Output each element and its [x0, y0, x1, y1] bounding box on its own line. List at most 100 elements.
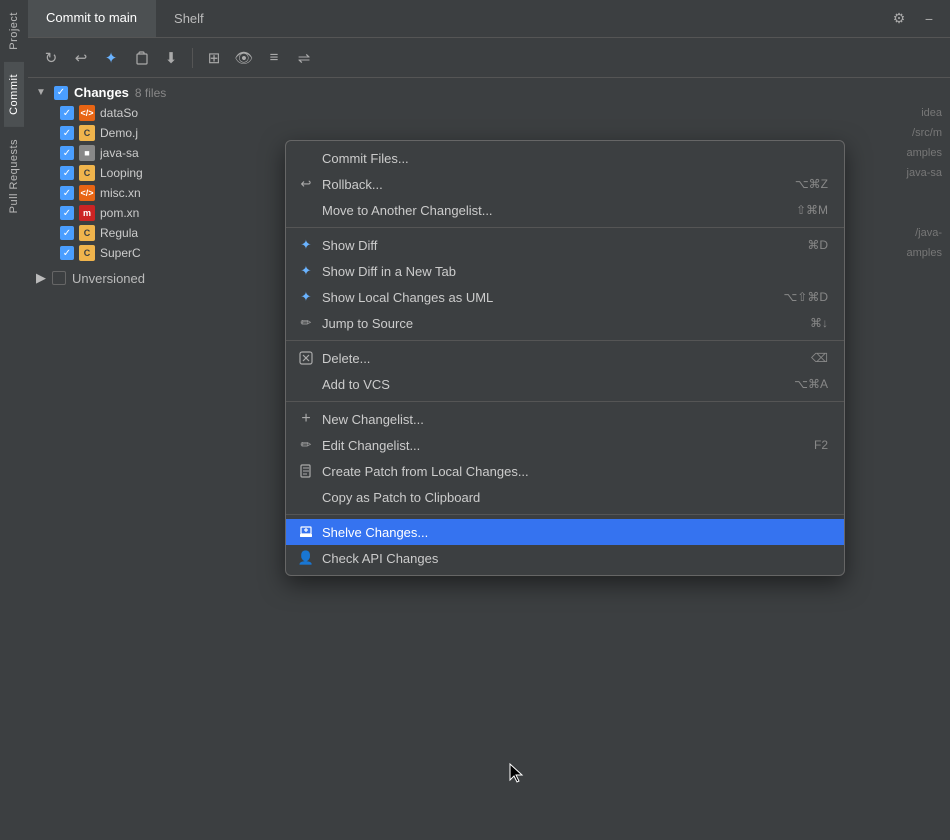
refresh-button[interactable]: ↻: [38, 45, 64, 71]
changes-count: 8 files: [135, 86, 166, 100]
add-vcs-icon: [298, 376, 314, 392]
tab-bar: Commit to main Shelf ⚙ −: [28, 0, 950, 38]
changes-chevron: ▼: [36, 87, 48, 98]
move-changelist-label: Move to Another Changelist...: [322, 203, 788, 218]
menu-item-rollback[interactable]: ↩ Rollback... ⌥⌘Z: [286, 171, 844, 197]
menu-item-move-changelist[interactable]: Move to Another Changelist... ⇧⌘M: [286, 197, 844, 223]
edit-changelist-icon: ✏: [298, 437, 314, 453]
rollback-label: Rollback...: [322, 177, 787, 192]
separator-2: [286, 340, 844, 341]
file-item-0[interactable]: ✓ </> dataSo idea: [28, 103, 950, 123]
minimize-button[interactable]: −: [918, 8, 940, 30]
menu-item-jump-source[interactable]: ✏ Jump to Source ⌘↓: [286, 310, 844, 336]
separator-3: [286, 401, 844, 402]
menu-item-copy-patch[interactable]: Copy as Patch to Clipboard: [286, 484, 844, 510]
menu-item-delete[interactable]: Delete... ⌫: [286, 345, 844, 371]
show-diff-label: Show Diff: [322, 238, 799, 253]
menu-item-edit-changelist[interactable]: ✏ Edit Changelist... F2: [286, 432, 844, 458]
toolbar: ↻ ↩ ✦ ⬇ ⊞ 👁 ≡ ⇌: [28, 38, 950, 78]
file-name-1: Demo.j: [100, 126, 907, 140]
diff-button[interactable]: ✦: [98, 45, 124, 71]
menu-item-show-uml[interactable]: ✦ Show Local Changes as UML ⌥⇧⌘D: [286, 284, 844, 310]
shelve-changes-icon: [298, 524, 314, 540]
file-checkbox-6[interactable]: ✓: [60, 226, 74, 240]
file-checkbox-0[interactable]: ✓: [60, 106, 74, 120]
left-sidebar: Project Commit Pull Requests: [0, 0, 28, 840]
show-diff-shortcut: ⌘D: [807, 238, 828, 252]
split-button[interactable]: ⇌: [291, 45, 317, 71]
changes-group-header[interactable]: ▼ ✓ Changes 8 files: [28, 82, 950, 103]
settings-button[interactable]: ⚙: [888, 8, 910, 30]
tab-shelf[interactable]: Shelf: [156, 0, 223, 37]
file-path-6: /java-: [915, 227, 942, 239]
file-checkbox-4[interactable]: ✓: [60, 186, 74, 200]
changes-checkbox[interactable]: ✓: [54, 86, 68, 100]
file-checkbox-1[interactable]: ✓: [60, 126, 74, 140]
rollback-icon: ↩: [298, 176, 314, 192]
add-vcs-label: Add to VCS: [322, 377, 786, 392]
file-icon-3: C: [79, 165, 95, 181]
unversioned-chevron: ▶: [36, 270, 46, 286]
show-diff-tab-label: Show Diff in a New Tab: [322, 264, 820, 279]
file-icon-6: C: [79, 225, 95, 241]
menu-item-check-api[interactable]: 👤 Check API Changes: [286, 545, 844, 571]
separator-4: [286, 514, 844, 515]
move-changelist-icon: [298, 202, 314, 218]
create-patch-label: Create Patch from Local Changes...: [322, 464, 820, 479]
show-uml-shortcut: ⌥⇧⌘D: [783, 290, 828, 304]
clipboard-button[interactable]: [128, 45, 154, 71]
check-api-icon: 👤: [298, 550, 314, 566]
show-diff-icon: ✦: [298, 237, 314, 253]
menu-item-create-patch[interactable]: Create Patch from Local Changes...: [286, 458, 844, 484]
group-button[interactable]: ⊞: [201, 45, 227, 71]
unversioned-checkbox[interactable]: [52, 271, 66, 285]
file-checkbox-3[interactable]: ✓: [60, 166, 74, 180]
create-patch-icon: [298, 463, 314, 479]
menu-item-add-vcs[interactable]: Add to VCS ⌥⌘A: [286, 371, 844, 397]
show-uml-icon: ✦: [298, 289, 314, 305]
delete-icon: [298, 350, 314, 366]
eye-button[interactable]: 👁: [231, 45, 257, 71]
add-vcs-shortcut: ⌥⌘A: [794, 377, 828, 391]
menu-item-show-diff[interactable]: ✦ Show Diff ⌘D: [286, 232, 844, 258]
sidebar-tab-project[interactable]: Project: [4, 0, 24, 62]
move-changelist-shortcut: ⇧⌘M: [796, 203, 828, 217]
file-checkbox-2[interactable]: ✓: [60, 146, 74, 160]
new-changelist-icon: +: [298, 411, 314, 427]
commit-files-label: Commit Files...: [322, 151, 820, 166]
file-checkbox-7[interactable]: ✓: [60, 246, 74, 260]
jump-source-shortcut: ⌘↓: [810, 316, 828, 330]
unversioned-label: Unversioned: [72, 271, 145, 286]
download-button[interactable]: ⬇: [158, 45, 184, 71]
commit-files-icon: [298, 150, 314, 166]
delete-shortcut: ⌫: [811, 351, 828, 365]
menu-item-new-changelist[interactable]: + New Changelist...: [286, 406, 844, 432]
sort-button[interactable]: ≡: [261, 45, 287, 71]
menu-item-shelve-changes[interactable]: Shelve Changes...: [286, 519, 844, 545]
edit-changelist-label: Edit Changelist...: [322, 438, 806, 453]
file-name-0: dataSo: [100, 106, 916, 120]
sidebar-tab-commit[interactable]: Commit: [4, 62, 24, 127]
new-changelist-label: New Changelist...: [322, 412, 820, 427]
jump-source-label: Jump to Source: [322, 316, 802, 331]
menu-item-commit-files[interactable]: Commit Files...: [286, 145, 844, 171]
file-path-2: amples: [907, 147, 942, 159]
rollback-button[interactable]: ↩: [68, 45, 94, 71]
show-uml-label: Show Local Changes as UML: [322, 290, 775, 305]
copy-patch-icon: [298, 489, 314, 505]
jump-source-icon: ✏: [298, 315, 314, 331]
check-api-label: Check API Changes: [322, 551, 820, 566]
tab-actions: ⚙ −: [888, 0, 950, 37]
file-path-1: /src/m: [912, 127, 942, 139]
tab-commit[interactable]: Commit to main: [28, 0, 156, 37]
sidebar-tab-pull-requests[interactable]: Pull Requests: [4, 127, 24, 225]
file-checkbox-5[interactable]: ✓: [60, 206, 74, 220]
file-path-0: idea: [921, 107, 942, 119]
file-path-7: amples: [907, 247, 942, 259]
changes-label: Changes: [74, 85, 129, 100]
show-diff-tab-icon: ✦: [298, 263, 314, 279]
file-path-3: java-sa: [907, 167, 942, 179]
file-icon-5: m: [79, 205, 95, 221]
menu-item-show-diff-tab[interactable]: ✦ Show Diff in a New Tab: [286, 258, 844, 284]
toolbar-sep-1: [192, 48, 193, 68]
